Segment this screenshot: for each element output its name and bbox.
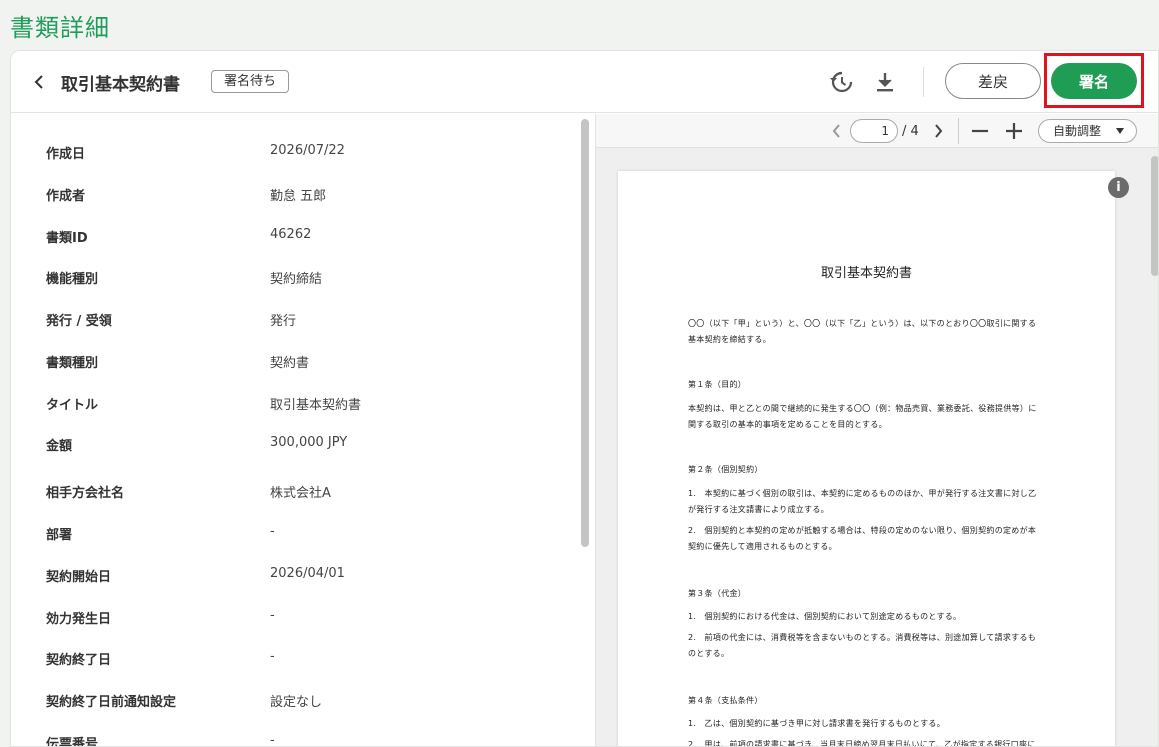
info-field-row: 部署 - bbox=[46, 524, 275, 544]
info-field-label: 契約開始日 bbox=[46, 570, 112, 585]
info-field-label: 作成者 bbox=[46, 189, 86, 204]
pdf-text-line: 1. 個別契約における代金は、個別契約において別途定めるものとする。 bbox=[688, 612, 962, 621]
info-field-value: 設定なし bbox=[270, 695, 323, 710]
viewer-toolbar: 1 / 4 自動調整 bbox=[596, 114, 1158, 148]
zoom-in-button[interactable] bbox=[1004, 119, 1024, 143]
download-button[interactable] bbox=[872, 69, 898, 95]
page-title: 書類詳細 bbox=[10, 14, 110, 42]
chevron-left-icon bbox=[34, 75, 43, 89]
pdf-text-line: 〇〇（以下「甲」という）と、〇〇（以下「乙」という）は、以下のとおり〇〇取引に関… bbox=[688, 319, 1037, 328]
info-field-value: 46262 bbox=[270, 227, 312, 242]
pdf-title: 取引基本契約書 bbox=[820, 266, 912, 281]
chevron-left-icon bbox=[832, 124, 840, 138]
plus-icon bbox=[1006, 123, 1022, 139]
info-icon[interactable]: i bbox=[1108, 177, 1129, 198]
prev-page-button[interactable] bbox=[828, 119, 844, 143]
document-title: 取引基本契約書 bbox=[61, 75, 180, 95]
info-field-row: 書類ID 46262 bbox=[46, 227, 311, 247]
document-info-panel: 作成日 2026/07/22 作成者 勤怠 五郎書類ID 46262 機能種別 契約締結発行… bbox=[11, 114, 595, 747]
info-field-value: - bbox=[270, 733, 275, 747]
pdf-text-line: 2. 甲は、前項の請求書に基づき、当月末日締め翌月末日払いにて、乙が指定する銀行… bbox=[688, 740, 1036, 747]
info-field-row: 伝票番号 - bbox=[46, 733, 275, 747]
info-field-row: タイトル 取引基本契約書 bbox=[46, 394, 361, 414]
info-field-row: 契約開始日 2026/04/01 bbox=[46, 566, 345, 586]
pdf-text-line: 第１条（目的） bbox=[688, 380, 747, 389]
pdf-text-line: が発行する注文請書により成立する。 bbox=[688, 505, 829, 514]
info-field-value: - bbox=[270, 524, 275, 539]
zoom-out-button[interactable] bbox=[970, 119, 990, 143]
info-field-value: 2026/07/22 bbox=[270, 143, 345, 158]
return-button[interactable]: 差戻 bbox=[945, 63, 1041, 99]
back-button[interactable] bbox=[29, 70, 49, 94]
pdf-text-line: 第４条（支払条件） bbox=[688, 696, 763, 705]
info-field-value: - bbox=[270, 608, 275, 623]
info-panel-scrollbar[interactable] bbox=[581, 119, 589, 547]
info-field-row: 機能種別 契約締結 bbox=[46, 268, 322, 288]
pdf-viewer: 1 / 4 自動調整 i 取引基本契約書 〇〇（以下「甲」という）と、〇〇（以下… bbox=[595, 114, 1158, 747]
info-field-label: タイトル bbox=[46, 398, 99, 413]
info-field-row: 相手方会社名 株式会社A bbox=[46, 482, 331, 502]
info-field-label: 書類ID bbox=[46, 231, 88, 246]
info-field-row: 作成日 2026/07/22 bbox=[46, 143, 345, 163]
info-field-label: 相手方会社名 bbox=[46, 486, 125, 501]
caret-down-icon bbox=[1116, 128, 1124, 134]
pdf-page: i 取引基本契約書 〇〇（以下「甲」という）と、〇〇（以下「乙」という）は、以下… bbox=[618, 171, 1129, 747]
status-badge: 署名待ち bbox=[211, 70, 290, 93]
zoom-select-label: 自動調整 bbox=[1053, 124, 1102, 138]
pdf-text-line: 第３条（代金） bbox=[688, 589, 747, 598]
next-page-button[interactable] bbox=[930, 119, 946, 143]
pdf-text-line: 本契約は、甲と乙との間で継続的に発生する〇〇（例：物品売買、業務委託、役務提供等… bbox=[688, 404, 1037, 413]
info-field-label: 機能種別 bbox=[46, 272, 99, 287]
download-icon bbox=[877, 73, 893, 92]
info-field-value: 発行 bbox=[270, 314, 297, 329]
info-field-row: 書類種別 契約書 bbox=[46, 352, 309, 372]
info-field-value: 取引基本契約書 bbox=[270, 398, 362, 413]
page-number-input[interactable]: 1 bbox=[850, 119, 898, 143]
info-field-value: 勤怠 五郎 bbox=[270, 189, 327, 204]
page-total: / 4 bbox=[902, 124, 919, 139]
info-field-label: 契約終了日 bbox=[46, 653, 112, 668]
info-field-row: 効力発生日 - bbox=[46, 608, 275, 628]
pdf-text-line: 契約に優先して適用されるものとする。 bbox=[688, 542, 837, 551]
info-field-label: 作成日 bbox=[46, 147, 86, 162]
toolbar-divider bbox=[958, 118, 959, 144]
sign-button[interactable]: 署名 bbox=[1051, 63, 1137, 99]
document-header: 取引基本契約書 署名待ち 差戻 署名 bbox=[11, 51, 1158, 113]
info-field-value: 300,000 JPY bbox=[270, 435, 348, 450]
pdf-text-line: 2. 個別契約と本契約の定めが抵触する場合は、特段の定めのない限り、個別契約の定… bbox=[688, 526, 1037, 535]
viewer-scrollbar[interactable] bbox=[1151, 156, 1158, 276]
history-button[interactable] bbox=[828, 69, 854, 95]
header-divider bbox=[923, 67, 924, 97]
info-field-label: 書類種別 bbox=[46, 356, 99, 371]
chevron-right-icon bbox=[934, 124, 942, 138]
info-field-row: 金額 300,000 JPY bbox=[46, 435, 347, 455]
pdf-text-line: のとする。 bbox=[688, 649, 730, 658]
info-field-row: 契約終了日前通知設定 設定なし bbox=[46, 691, 322, 711]
pdf-text-line: 1. 本契約に基づく個別の取引は、本契約に定めるもののほか、甲が発行する注文書に… bbox=[688, 489, 1037, 498]
pdf-text-line: 基本契約を締結する。 bbox=[688, 335, 771, 344]
info-field-value: 契約書 bbox=[270, 356, 310, 371]
info-field-label: 効力発生日 bbox=[46, 612, 112, 627]
info-field-row: 契約終了日 - bbox=[46, 649, 275, 669]
info-field-label: 伝票番号 bbox=[46, 737, 99, 747]
info-field-label: 金額 bbox=[46, 439, 73, 454]
pdf-text-line: 2. 前項の代金には、消費税等を含まないものとする。消費税等は、別途加算して請求… bbox=[688, 633, 1037, 642]
pdf-text-line: 1. 乙は、個別契約に基づき甲に対し請求書を発行するものとする。 bbox=[688, 719, 945, 728]
info-field-value: 2026/04/01 bbox=[270, 566, 345, 581]
info-field-label: 契約終了日前通知設定 bbox=[46, 695, 177, 710]
zoom-select[interactable]: 自動調整 bbox=[1038, 119, 1137, 143]
history-icon bbox=[830, 71, 853, 93]
info-field-row: 発行 / 受領 発行 bbox=[46, 310, 296, 330]
info-field-label: 発行 / 受領 bbox=[46, 314, 112, 329]
info-field-value: 株式会社A bbox=[270, 486, 331, 501]
pdf-text-line: 第２条（個別契約） bbox=[688, 465, 763, 474]
info-field-label: 部署 bbox=[46, 528, 73, 543]
info-field-value: - bbox=[270, 649, 275, 664]
info-field-value: 契約締結 bbox=[270, 272, 323, 287]
document-detail-card: 取引基本契約書 署名待ち 差戻 署名 作成日 2026/07/22 作成者 勤怠 五郎… bbox=[10, 50, 1159, 747]
pdf-text-line: 関する取引の基本的事項を定めることを目的とする。 bbox=[688, 420, 887, 429]
info-field-row: 作成者 勤怠 五郎 bbox=[46, 185, 326, 205]
minus-icon bbox=[972, 129, 988, 133]
